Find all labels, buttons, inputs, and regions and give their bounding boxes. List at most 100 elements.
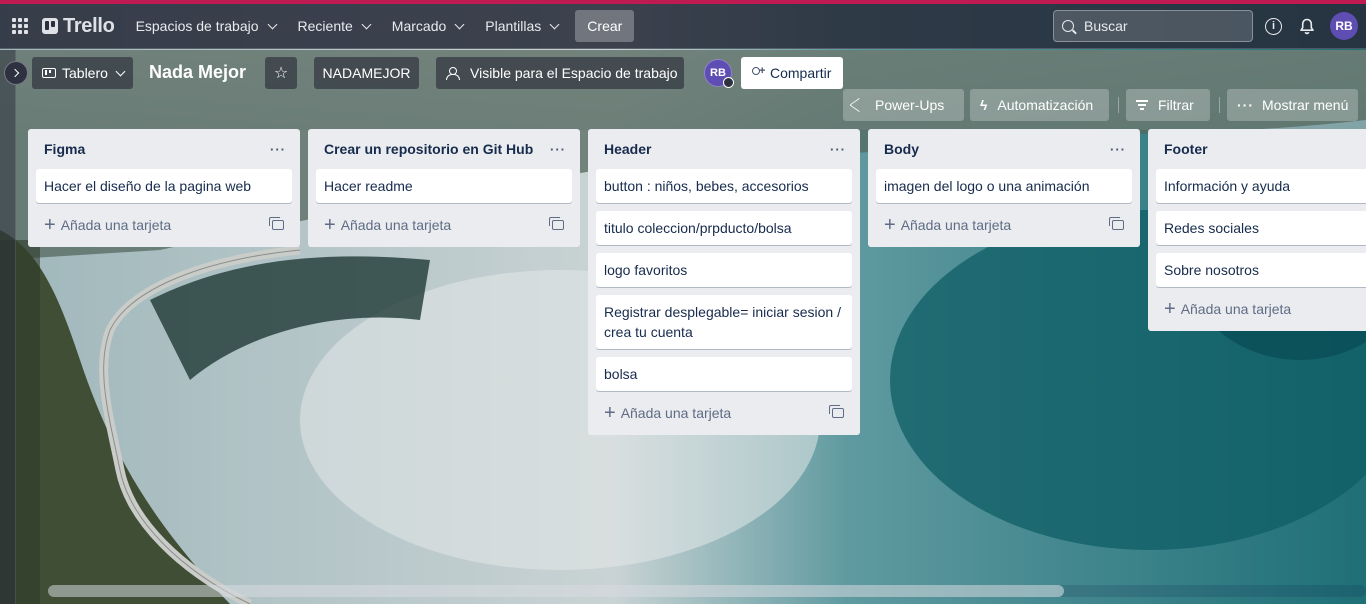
automation-button[interactable]: ϟ Automatización [970, 89, 1109, 121]
add-card-button[interactable]: + Añada una tarjeta [44, 214, 171, 236]
list[interactable]: Header ··· button : niños, bebes, acceso… [588, 129, 860, 435]
filter-icon [1136, 98, 1148, 113]
list[interactable]: Crear un repositorio en Git Hub ··· Hace… [308, 129, 580, 247]
search-placeholder: Buscar [1084, 18, 1128, 34]
plus-icon: + [44, 214, 56, 236]
list-title[interactable]: Body [884, 141, 919, 157]
card[interactable]: imagen del logo o una animación [876, 169, 1132, 203]
add-card-button[interactable]: + Añada una tarjeta [1164, 299, 1292, 319]
add-card-button[interactable]: + Añada una tarjeta [324, 214, 452, 236]
add-card-row: + Añada una tarjeta [596, 399, 852, 427]
star-icon: ☆ [273, 65, 289, 82]
info-icon[interactable]: i [1265, 17, 1282, 35]
apps-grid-icon[interactable] [4, 10, 36, 42]
list[interactable]: Body ··· imagen del logo o una animación… [868, 129, 1140, 247]
nav-workspaces[interactable]: Espacios de trabajo [125, 10, 287, 42]
list-menu-icon[interactable]: ··· [1104, 137, 1132, 161]
chevron-down-icon [454, 19, 465, 29]
visibility-label: Visible para el Espacio de trabajo [470, 65, 678, 81]
nav-templates[interactable]: Plantillas [474, 10, 569, 42]
list-header[interactable]: Footer [1156, 133, 1366, 165]
chevron-down-icon [115, 66, 126, 76]
add-card-row: + Añada una tarjeta [1156, 295, 1366, 323]
nav-label: Espacios de trabajo [135, 18, 259, 34]
list[interactable]: Figma ··· Hacer el diseño de la pagina w… [28, 129, 300, 247]
card[interactable]: Registrar desplegable= iniciar sesion / … [596, 295, 852, 349]
plus-icon: + [604, 402, 616, 424]
plus-icon: + [884, 214, 896, 236]
trello-logo[interactable]: Trello [42, 10, 115, 42]
divider [1118, 97, 1119, 113]
workspace-sidebar-collapsed [0, 50, 16, 604]
create-from-template-icon[interactable] [1109, 217, 1124, 230]
workspace-visible-icon [446, 67, 460, 80]
rocket-icon [849, 98, 869, 112]
list-header[interactable]: Body ··· [876, 133, 1132, 165]
menu-label: Mostrar menú [1262, 97, 1349, 113]
view-label: Tablero [62, 65, 108, 81]
chevron-down-icon [361, 19, 372, 29]
list[interactable]: Footer Información y ayuda Redes sociale… [1148, 129, 1366, 331]
horizontal-scrollbar-thumb[interactable] [48, 585, 1064, 597]
app-header: Trello Espacios de trabajo Reciente Marc… [0, 4, 1366, 49]
add-card-label: Añada una tarjeta [1180, 301, 1292, 317]
add-card-row: + Añada una tarjeta [316, 211, 572, 239]
visibility-button[interactable]: Visible para el Espacio de trabajo [436, 57, 684, 89]
add-card-label: Añada una tarjeta [340, 217, 452, 233]
nav-label: Marcado [391, 18, 447, 34]
more-icon: ··· [1237, 97, 1254, 113]
add-card-button[interactable]: + Añada una tarjeta [884, 214, 1011, 236]
board-view-icon [42, 68, 56, 78]
lightning-icon: ϟ [980, 97, 988, 113]
list-header[interactable]: Figma ··· [36, 133, 292, 165]
card[interactable]: Sobre nosotros [1156, 253, 1366, 287]
share-button[interactable]: Compartir [741, 57, 843, 89]
card[interactable]: button : niños, bebes, accesorios [596, 169, 852, 203]
add-card-label: Añada una tarjeta [620, 405, 732, 421]
user-avatar[interactable]: RB [1330, 12, 1358, 40]
chevron-down-icon [267, 19, 277, 29]
list-title[interactable]: Header [604, 141, 651, 157]
add-card-row: + Añada una tarjeta [36, 211, 292, 239]
divider [1219, 97, 1220, 113]
card[interactable]: Hacer el diseño de la pagina web [36, 169, 292, 203]
create-from-template-icon[interactable] [829, 405, 844, 418]
card[interactable]: Información y ayuda [1156, 169, 1366, 203]
list-menu-icon[interactable]: ··· [824, 137, 852, 161]
board-title[interactable]: Nada Mejor [149, 62, 246, 83]
list-title[interactable]: Figma [44, 141, 85, 157]
expand-sidebar-icon[interactable] [4, 61, 28, 85]
list-title[interactable]: Footer [1164, 141, 1208, 157]
nav-recent[interactable]: Reciente [287, 10, 381, 42]
filter-button[interactable]: Filtrar [1126, 89, 1210, 121]
admin-badge-icon [723, 77, 734, 88]
card[interactable]: bolsa [596, 357, 852, 391]
list-menu-icon[interactable]: ··· [264, 137, 292, 161]
power-ups-button[interactable]: Power-Ups [843, 89, 964, 121]
bell-icon[interactable] [1291, 10, 1323, 42]
card[interactable]: Redes sociales [1156, 211, 1366, 245]
create-from-template-icon[interactable] [269, 217, 284, 230]
star-board-button[interactable]: ☆ [265, 57, 297, 89]
add-user-icon [751, 65, 765, 79]
board-member-avatar[interactable]: RB [704, 59, 734, 88]
list-title[interactable]: Crear un repositorio en Git Hub [324, 141, 533, 157]
list-header[interactable]: Crear un repositorio en Git Hub ··· [316, 133, 572, 165]
trello-logo-icon [42, 18, 58, 34]
list-header[interactable]: Header ··· [596, 133, 852, 165]
create-from-template-icon[interactable] [549, 217, 564, 230]
filter-label: Filtrar [1158, 97, 1194, 113]
card[interactable]: titulo coleccion/prpducto/bolsa [596, 211, 852, 245]
nav-starred[interactable]: Marcado [381, 10, 474, 42]
card[interactable]: logo favoritos [596, 253, 852, 287]
view-switcher-button[interactable]: Tablero [32, 57, 133, 89]
card[interactable]: Hacer readme [316, 169, 572, 203]
search-input[interactable]: Buscar [1053, 10, 1253, 42]
plus-icon: + [324, 214, 336, 236]
nav-label: Reciente [297, 18, 353, 34]
workspace-button[interactable]: NADAMEJOR [314, 57, 419, 89]
add-card-button[interactable]: + Añada una tarjeta [604, 402, 732, 424]
create-button[interactable]: Crear [575, 10, 635, 42]
list-menu-icon[interactable]: ··· [544, 137, 572, 161]
show-menu-button[interactable]: ··· Mostrar menú [1227, 89, 1358, 121]
